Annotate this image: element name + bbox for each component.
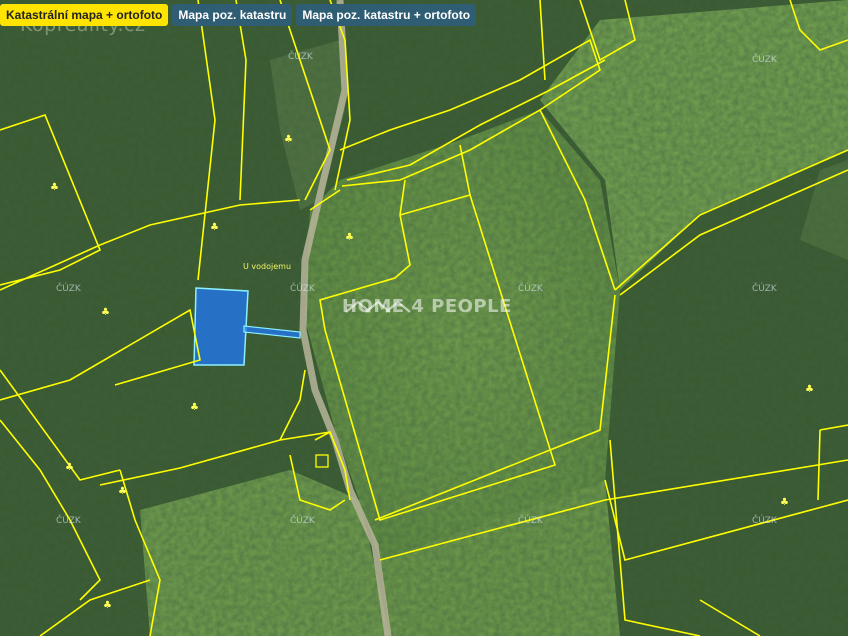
svg-text:♣: ♣ bbox=[210, 222, 219, 233]
cadastral-map[interactable]: Katastrální mapa + ortofoto Mapa poz. ka… bbox=[0, 0, 848, 636]
agency-watermark: HOME 4 PEOPLE bbox=[342, 296, 512, 317]
svg-text:♣: ♣ bbox=[190, 402, 199, 413]
forest-texture bbox=[0, 0, 848, 636]
svg-text:♣: ♣ bbox=[118, 486, 127, 497]
svg-text:♣: ♣ bbox=[50, 182, 59, 193]
provider-label: ČÚZK bbox=[56, 516, 81, 526]
tab-land-map-orthophoto[interactable]: Mapa poz. katastru + ortofoto bbox=[296, 4, 477, 26]
svg-text:♣: ♣ bbox=[65, 462, 74, 473]
place-label: U vodojemu bbox=[243, 262, 292, 271]
provider-label: ČÚZK bbox=[752, 516, 777, 526]
svg-text:♣: ♣ bbox=[103, 600, 112, 611]
svg-text:♣: ♣ bbox=[284, 134, 293, 145]
provider-label: ČÚZK bbox=[752, 284, 777, 294]
svg-text:♣: ♣ bbox=[805, 384, 814, 395]
map-layer-tabs: Katastrální mapa + ortofoto Mapa poz. ka… bbox=[0, 4, 477, 26]
provider-label: ČÚZK bbox=[290, 516, 315, 526]
provider-label: ČÚZK bbox=[518, 516, 543, 526]
svg-text:♣: ♣ bbox=[345, 232, 354, 243]
provider-label: ČÚZK bbox=[518, 284, 543, 294]
provider-label: ČÚZK bbox=[752, 55, 777, 65]
provider-label: ČÚZK bbox=[290, 284, 315, 294]
provider-label: ČÚZK bbox=[288, 52, 313, 62]
svg-text:♣: ♣ bbox=[101, 307, 110, 318]
tab-cadastral-orthophoto[interactable]: Katastrální mapa + ortofoto bbox=[0, 4, 169, 26]
svg-text:♣: ♣ bbox=[780, 497, 789, 508]
highlighted-parcel[interactable] bbox=[193, 287, 249, 366]
map-canvas[interactable]: ♣ ♣ ♣ ♣ ♣ ♣ ♣ ♣ ♣ ♣ ♣ bbox=[0, 0, 848, 636]
house-roof-icon bbox=[345, 300, 411, 313]
provider-label: ČÚZK bbox=[56, 284, 81, 294]
tab-land-map[interactable]: Mapa poz. katastru bbox=[172, 4, 293, 26]
